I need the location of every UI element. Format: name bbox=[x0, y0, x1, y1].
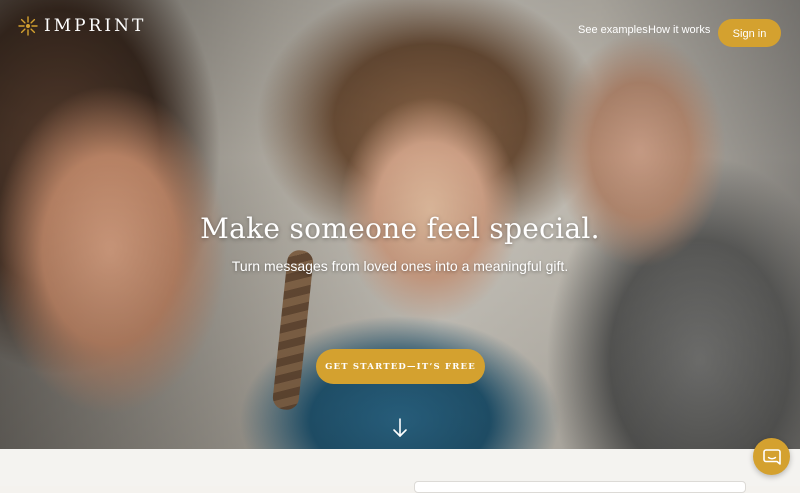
chat-button[interactable] bbox=[753, 438, 790, 475]
top-nav: IMPRINT See examples How it works Sign i… bbox=[0, 0, 800, 60]
get-started-button[interactable]: GET STARTED—IT’S FREE bbox=[316, 349, 485, 384]
hero-headline: Make someone feel special. bbox=[200, 212, 600, 245]
hero-subheadline: Turn messages from loved ones into a mea… bbox=[231, 258, 569, 274]
below-fold-card bbox=[414, 481, 746, 493]
nav-link-how-it-works[interactable]: How it works bbox=[648, 24, 710, 36]
nav-link-see-examples[interactable]: See examples bbox=[578, 24, 648, 36]
logo-text: IMPRINT bbox=[44, 16, 147, 36]
logo[interactable]: IMPRINT bbox=[18, 16, 146, 36]
sign-in-button[interactable]: Sign in bbox=[718, 19, 781, 47]
chat-bubble-icon bbox=[762, 448, 781, 465]
sunburst-icon bbox=[18, 16, 38, 36]
arrow-down-icon[interactable] bbox=[390, 416, 410, 440]
